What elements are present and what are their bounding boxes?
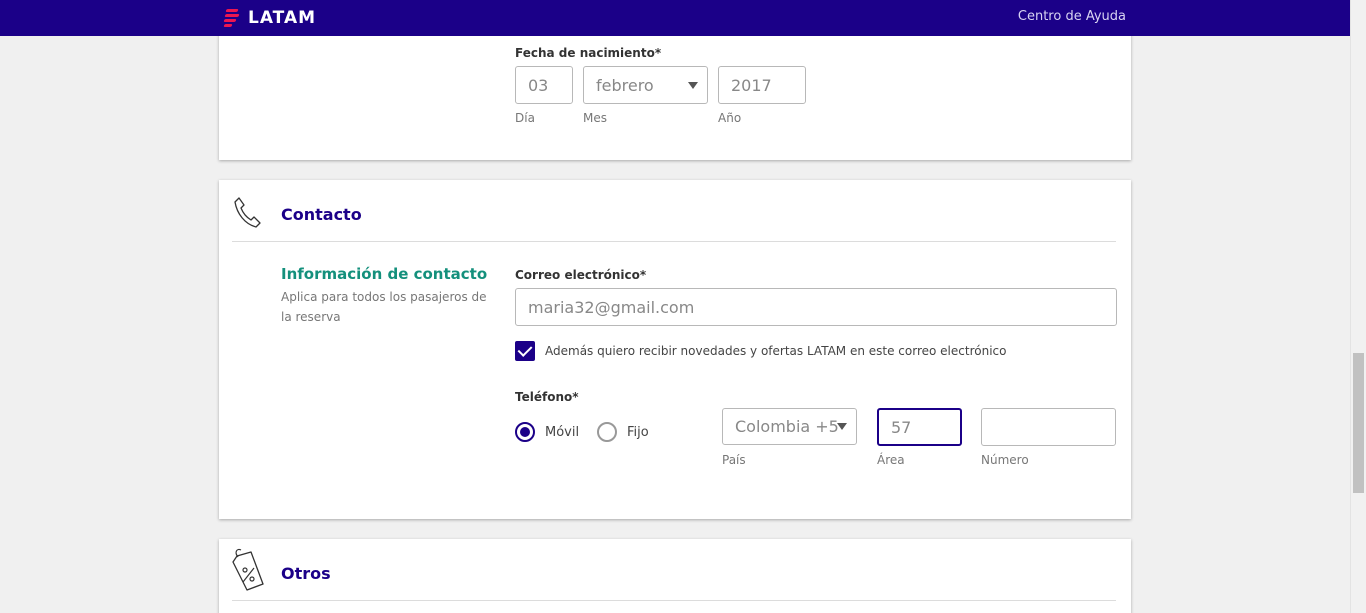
area-code-value: 57 — [891, 417, 912, 437]
email-value: maria32@gmail.com — [528, 297, 695, 317]
country-caption: País — [722, 453, 746, 467]
chevron-down-icon — [688, 82, 698, 89]
landline-radio[interactable] — [597, 422, 617, 442]
latam-logo-icon — [223, 7, 240, 29]
others-section-title: Otros — [281, 564, 331, 583]
mobile-radio[interactable] — [515, 422, 535, 442]
phone-number-input[interactable] — [981, 408, 1116, 446]
phone-label: Teléfono* — [515, 390, 579, 404]
birth-year-input[interactable]: 2017 — [718, 66, 806, 104]
latam-logo[interactable]: LATAM — [223, 6, 317, 30]
area-code-input[interactable]: 57 — [877, 408, 962, 446]
email-label: Correo electrónico* — [515, 268, 647, 282]
birth-month-caption: Mes — [583, 111, 607, 125]
top-navigation-bar: LATAM Centro de Ayuda — [0, 0, 1350, 36]
birth-month-value: febrero — [596, 75, 654, 95]
newsletter-label[interactable]: Además quiero recibir novedades y oferta… — [545, 344, 1006, 358]
section-divider — [232, 600, 1116, 601]
birth-day-caption: Día — [515, 111, 535, 125]
birth-day-input[interactable]: 03 — [515, 66, 573, 104]
contact-info-title: Información de contacto — [281, 265, 488, 283]
others-card: Otros — [219, 539, 1131, 613]
contact-info-description: Aplica para todos los pasajeros de la re… — [281, 290, 487, 324]
newsletter-checkbox[interactable] — [515, 341, 535, 361]
section-divider — [232, 241, 1116, 242]
phone-icon — [234, 197, 261, 228]
birth-day-value: 03 — [528, 75, 549, 95]
brand-name: LATAM — [248, 8, 317, 28]
birth-date-label: Fecha de nacimiento* — [515, 46, 662, 60]
birth-year-caption: Año — [718, 111, 742, 125]
area-caption: Área — [877, 453, 905, 467]
passenger-birth-card: Fecha de nacimiento* 03 febrero 2017 Día… — [219, 24, 1131, 160]
country-code-select[interactable]: Colombia +5 — [722, 408, 857, 445]
landline-radio-label[interactable]: Fijo — [627, 425, 649, 440]
number-caption: Número — [981, 453, 1029, 467]
birth-year-value: 2017 — [731, 75, 772, 95]
email-input[interactable]: maria32@gmail.com — [515, 288, 1117, 326]
contact-section-title: Contacto — [281, 205, 362, 224]
birth-month-select[interactable]: febrero — [583, 66, 708, 104]
page-scrollbar[interactable] — [1350, 0, 1366, 613]
discount-tag-icon — [232, 548, 264, 591]
contact-card: Contacto Información de contacto Aplica … — [219, 180, 1131, 519]
mobile-radio-label[interactable]: Móvil — [545, 425, 579, 440]
help-center-link[interactable]: Centro de Ayuda — [1018, 9, 1126, 24]
chevron-down-icon — [837, 423, 847, 430]
scrollbar-thumb[interactable] — [1353, 353, 1364, 493]
country-code-value: Colombia +5 — [735, 417, 839, 436]
